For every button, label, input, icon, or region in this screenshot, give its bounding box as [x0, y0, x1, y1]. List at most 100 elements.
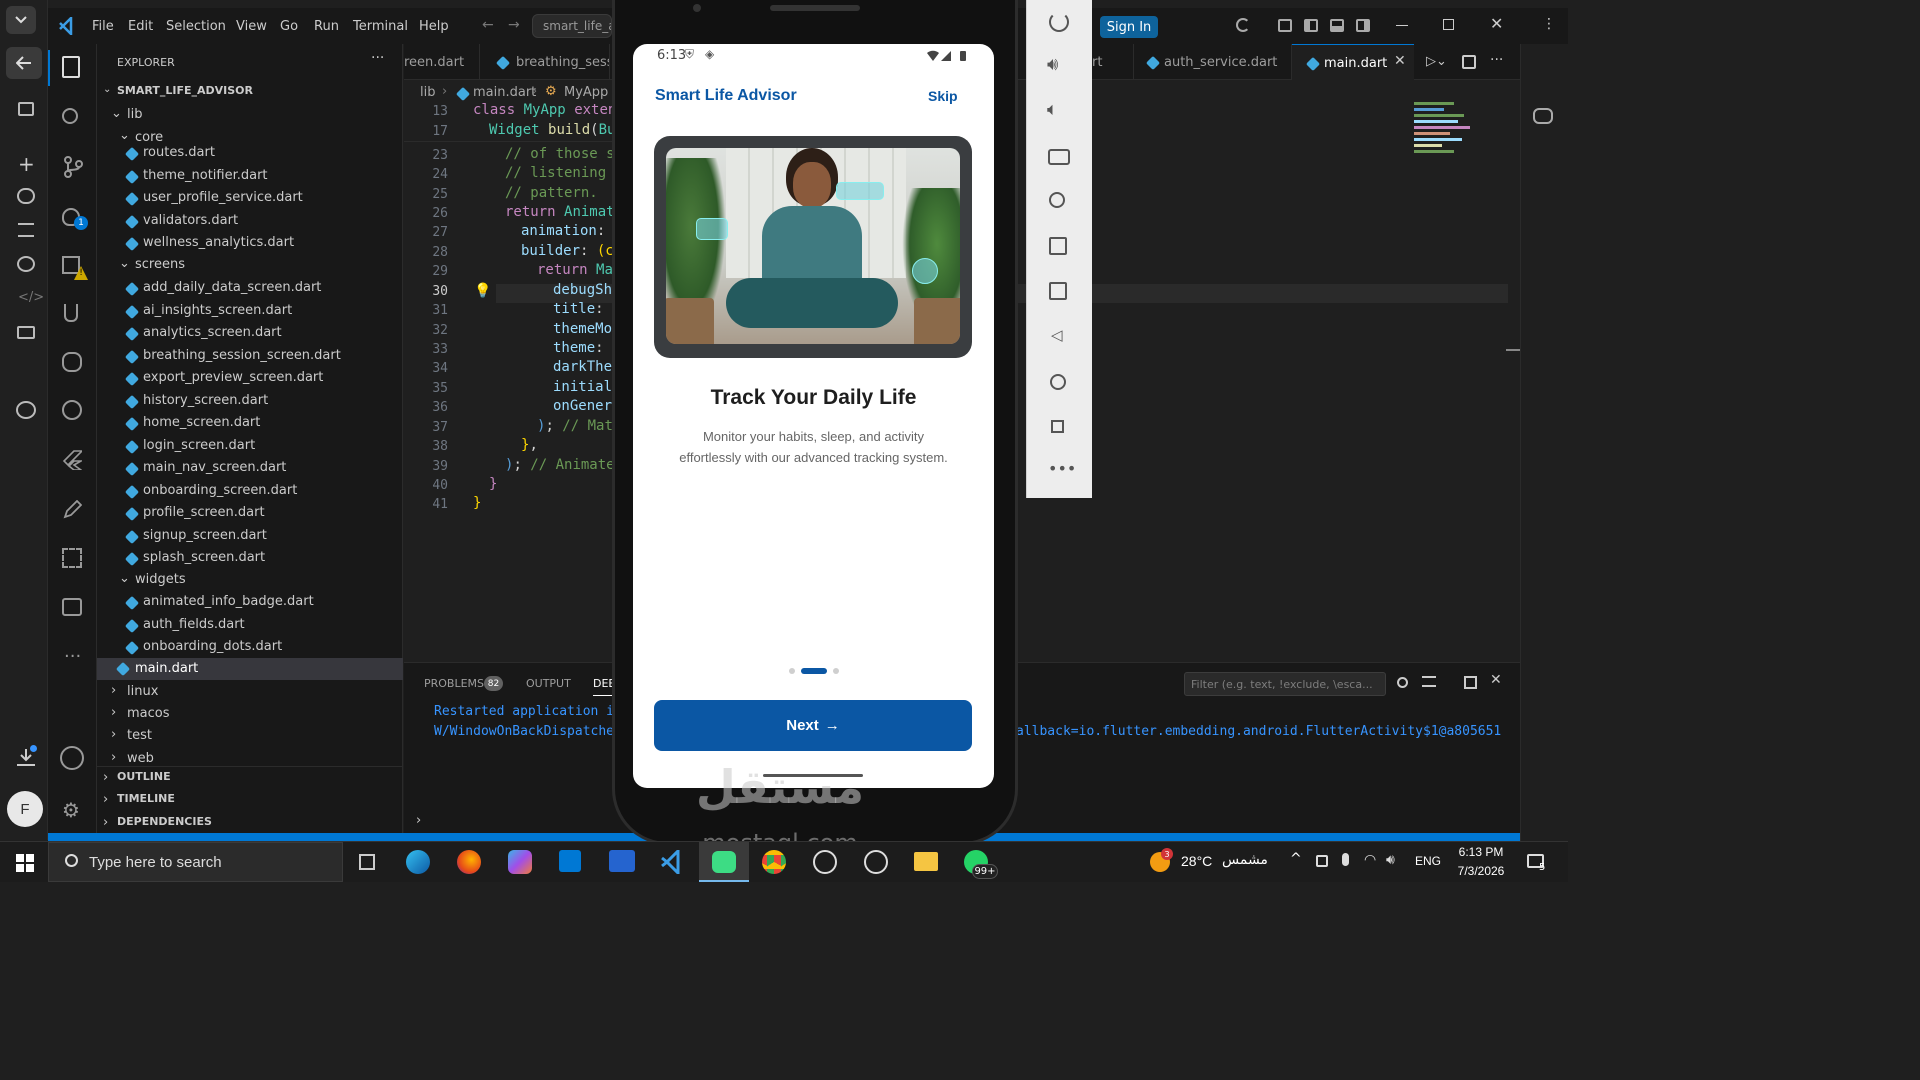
copilot-icon[interactable]: [1533, 108, 1553, 124]
tab[interactable]: reen.dart: [404, 44, 480, 80]
file-item[interactable]: validators.dart: [143, 213, 238, 228]
task-view-icon[interactable]: [359, 854, 375, 870]
app-icon[interactable]: [813, 850, 837, 874]
file-item[interactable]: breathing_session_screen.dart: [143, 348, 341, 363]
settings-gear-icon[interactable]: ⚙: [62, 798, 80, 822]
file-item[interactable]: ai_insights_screen.dart: [143, 303, 292, 318]
console-prompt-icon[interactable]: ›: [416, 813, 421, 828]
tab-problems[interactable]: PROBLEMS: [424, 677, 484, 690]
menu-help[interactable]: Help: [419, 19, 449, 34]
layout-icon[interactable]: [1278, 19, 1292, 32]
clock-date[interactable]: 7/3/2026: [1446, 864, 1516, 878]
folder-core[interactable]: core: [135, 130, 163, 145]
copilot-icon[interactable]: [1236, 18, 1250, 32]
toggle-secondary-sidebar-icon[interactable]: [1356, 19, 1370, 32]
store-icon[interactable]: [559, 850, 581, 872]
file-item[interactable]: routes.dart: [143, 145, 215, 160]
taskbar-search[interactable]: Type here to search: [48, 842, 343, 882]
chatgpt-icon[interactable]: [864, 850, 888, 874]
breadcrumb-class[interactable]: MyApp: [564, 85, 608, 100]
microphone-icon[interactable]: [1342, 853, 1349, 866]
split-editor-icon[interactable]: [1462, 55, 1476, 69]
tab-active[interactable]: main.dart ✕: [1292, 44, 1414, 80]
file-item[interactable]: analytics_screen.dart: [143, 325, 282, 340]
skip-button[interactable]: Skip: [928, 88, 958, 104]
folder-screens[interactable]: screens: [135, 257, 185, 272]
tab[interactable]: auth_service.dart: [1134, 44, 1292, 80]
more-icon[interactable]: •••: [1048, 459, 1076, 478]
file-item[interactable]: theme_notifier.dart: [143, 168, 268, 183]
explorer-icon[interactable]: [62, 56, 80, 78]
rotate-left-icon[interactable]: [1049, 237, 1067, 255]
file-item[interactable]: onboarding_dots.dart: [143, 639, 282, 654]
file-item[interactable]: home_screen.dart: [143, 415, 260, 430]
copilot-chat-icon[interactable]: [62, 400, 82, 420]
plus-icon[interactable]: +: [18, 152, 35, 176]
clear-console-icon[interactable]: [1422, 676, 1436, 687]
chrome-icon[interactable]: [762, 850, 786, 874]
file-explorer-icon[interactable]: [914, 852, 938, 871]
toggle-panel-icon[interactable]: [1330, 19, 1344, 32]
source-control-icon[interactable]: [63, 156, 83, 178]
file-item[interactable]: signup_screen.dart: [143, 528, 267, 543]
menu-terminal[interactable]: Terminal: [353, 19, 408, 34]
command-search[interactable]: smart_life_ad: [532, 14, 612, 38]
python-icon[interactable]: [62, 352, 82, 372]
minimap[interactable]: [1414, 102, 1476, 168]
rotate-right-icon[interactable]: [1049, 282, 1067, 300]
workspace-root[interactable]: SMART_LIFE_ADVISOR: [117, 84, 253, 97]
testing-icon[interactable]: [64, 304, 78, 322]
nav-forward-icon[interactable]: →: [508, 17, 520, 33]
file-item[interactable]: wellness_analytics.dart: [143, 235, 294, 250]
menu-edit[interactable]: Edit: [128, 19, 153, 34]
screenshot-icon[interactable]: [62, 548, 82, 568]
android-studio-icon[interactable]: [699, 842, 749, 882]
maximize-icon[interactable]: [1443, 19, 1454, 30]
power-icon[interactable]: [1049, 12, 1069, 32]
preview-icon[interactable]: [62, 598, 82, 616]
menu-file[interactable]: File: [92, 19, 114, 34]
stack-icon[interactable]: [18, 223, 34, 237]
language-indicator[interactable]: ENG: [1415, 854, 1441, 868]
speaker-icon[interactable]: 🔊︎: [1386, 852, 1395, 868]
folder-lib[interactable]: lib: [127, 107, 142, 122]
home-icon[interactable]: [1050, 374, 1066, 390]
firefox-icon[interactable]: [457, 850, 481, 874]
run-icon[interactable]: ▷⌄: [1426, 54, 1447, 69]
chat-icon[interactable]: [17, 188, 35, 204]
volume-down-icon[interactable]: 🔈︎: [1047, 99, 1058, 120]
camera-icon[interactable]: [1048, 149, 1070, 165]
breadcrumb-file[interactable]: main.dart: [473, 85, 536, 100]
flutter-icon[interactable]: [62, 450, 82, 470]
menu-selection[interactable]: Selection: [166, 19, 226, 34]
file-item[interactable]: export_preview_screen.dart: [143, 370, 323, 385]
file-item[interactable]: splash_screen.dart: [143, 550, 265, 565]
back-icon[interactable]: ◁: [1051, 326, 1063, 344]
more-icon[interactable]: ···: [64, 646, 81, 667]
menu-run[interactable]: Run: [314, 19, 339, 34]
sign-in-button[interactable]: Sign In: [1100, 16, 1158, 38]
accounts-icon[interactable]: [60, 746, 84, 770]
code-icon[interactable]: </>: [18, 290, 44, 305]
edge-icon[interactable]: [406, 850, 430, 874]
more-vertical-icon[interactable]: ⋮: [1542, 16, 1556, 32]
explorer-more-icon[interactable]: ···: [371, 50, 384, 66]
close-window-icon[interactable]: ✕: [1490, 14, 1503, 33]
nav-back-icon[interactable]: ←: [482, 17, 494, 33]
lightbulb-icon[interactable]: 💡: [474, 283, 491, 299]
palette-icon[interactable]: [16, 401, 36, 419]
zoom-icon[interactable]: [1049, 192, 1065, 208]
vscode-icon[interactable]: [661, 850, 685, 874]
file-item[interactable]: profile_screen.dart: [143, 505, 265, 520]
editor-more-icon[interactable]: ···: [1490, 52, 1503, 68]
search-icon[interactable]: [62, 108, 78, 124]
folder-linux[interactable]: linux: [127, 684, 158, 699]
tab[interactable]: breathing_sessic: [480, 44, 610, 80]
overview-icon[interactable]: [1051, 420, 1064, 433]
pencil-icon[interactable]: [62, 500, 82, 520]
section-dependencies[interactable]: DEPENDENCIES: [117, 815, 212, 828]
tab-output[interactable]: OUTPUT: [526, 677, 571, 690]
scrollbar[interactable]: [1506, 349, 1520, 351]
folder-test[interactable]: test: [127, 728, 152, 743]
section-timeline[interactable]: TIMELINE: [117, 792, 175, 805]
